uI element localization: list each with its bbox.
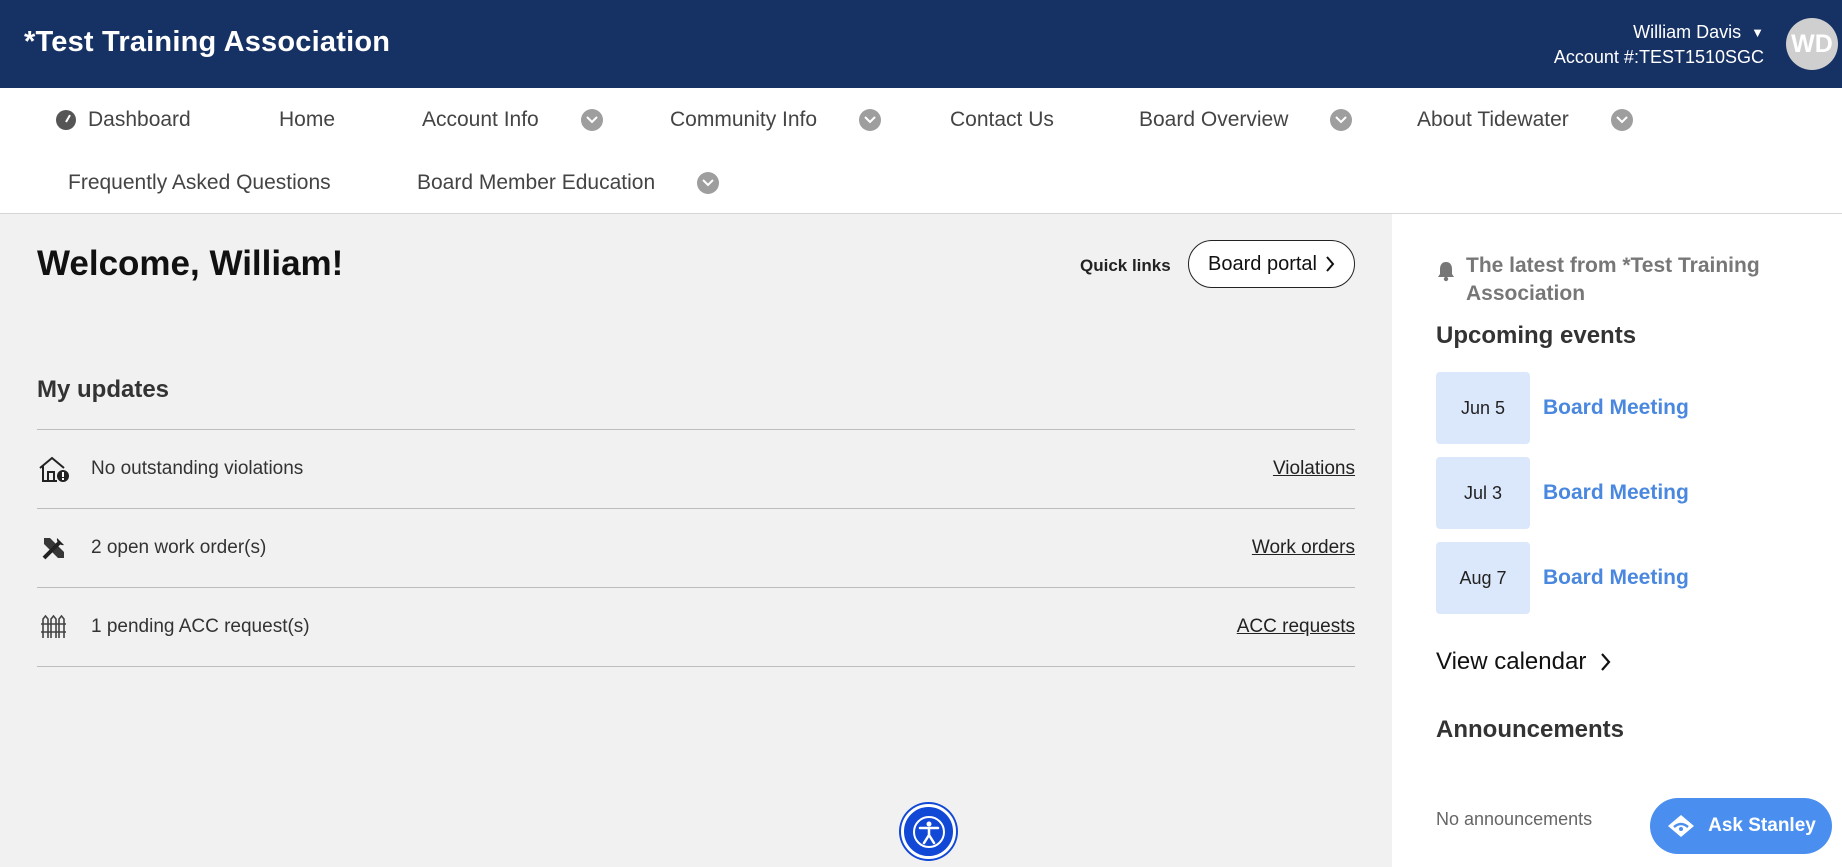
welcome-heading: Welcome, William! [37,244,344,283]
dashboard-icon [56,110,76,130]
view-calendar-label: View calendar [1436,648,1587,675]
no-announcements-text: No announcements [1436,809,1593,829]
main-nav: Dashboard Home Account Info Community In… [0,88,1842,214]
upcoming-events-heading: Upcoming events [1436,322,1637,349]
chevron-right-icon [1601,653,1611,671]
event-item[interactable]: Jul 3 Board Meeting [1436,457,1689,529]
announcements-heading: Announcements [1436,716,1625,743]
violations-status: No outstanding violations [91,458,304,479]
user-name[interactable]: William Davis [1633,20,1741,45]
house-alert-icon [37,453,71,485]
my-updates-heading: My updates [37,376,170,403]
work-orders-status: 2 open work order(s) [91,537,267,558]
event-date: Jun 5 [1436,372,1530,444]
chevron-down-icon[interactable] [580,109,603,131]
nav-account-info-label: Account Info [422,108,539,131]
event-item[interactable]: Aug 7 Board Meeting [1436,542,1689,614]
list-item: No outstanding violations Violations [37,430,1355,509]
sidebar: The latest from *Test Training Associati… [1392,214,1842,867]
ask-stanley-label: Ask Stanley [1708,815,1816,836]
violations-link[interactable]: Violations [1273,458,1355,480]
nav-faq[interactable]: Frequently Asked Questions [68,171,331,195]
nav-board-overview-label: Board Overview [1139,108,1289,131]
ask-stanley-button[interactable]: Ask Stanley [1650,798,1832,854]
latest-header: The latest from *Test Training Associati… [1436,252,1796,308]
nav-community-info[interactable]: Community Info [670,108,882,132]
chevron-down-icon[interactable] [697,172,720,194]
chevron-down-icon[interactable] [1610,109,1633,131]
nav-board-member-education-label: Board Member Education [417,171,656,194]
account-number: Account #:TEST1510SGC [1553,47,1764,67]
nav-account-info[interactable]: Account Info [422,108,603,132]
board-portal-label: Board portal [1208,252,1317,275]
event-date: Jul 3 [1436,457,1530,529]
acc-requests-link[interactable]: ACC requests [1237,616,1355,638]
list-item: 2 open work order(s) Work orders [37,509,1355,588]
bell-icon [1438,262,1454,282]
latest-title: The latest from *Test Training Associati… [1466,254,1760,305]
chevron-down-icon[interactable] [1330,109,1353,131]
nav-board-overview[interactable]: Board Overview [1139,108,1353,132]
nav-dashboard[interactable]: Dashboard [56,108,191,132]
accessibility-icon [912,815,945,848]
top-header: *Test Training Association William Davis… [0,0,1842,88]
main-content: Welcome, William! Quick links Board port… [0,214,1392,867]
brand-title[interactable]: *Test Training Association [24,26,390,59]
acc-requests-status: 1 pending ACC request(s) [91,616,310,637]
nav-dashboard-label: Dashboard [88,108,191,131]
updates-list: No outstanding violations Violations 2 o… [37,429,1355,667]
view-calendar-link[interactable]: View calendar [1436,648,1611,676]
nav-about-tidewater-label: About Tidewater [1417,108,1569,131]
chevron-right-icon [1326,256,1335,272]
avatar[interactable]: WD [1786,18,1838,70]
event-link[interactable]: Board Meeting [1543,481,1689,505]
nav-faq-label: Frequently Asked Questions [68,171,331,194]
nav-home[interactable]: Home [279,108,335,132]
fence-icon [37,611,71,643]
accessibility-button[interactable] [901,804,956,859]
nav-contact-us-label: Contact Us [950,108,1054,131]
board-portal-button[interactable]: Board portal [1188,240,1355,288]
nav-board-member-education[interactable]: Board Member Education [417,171,720,195]
work-orders-link[interactable]: Work orders [1252,537,1355,559]
tools-icon [37,532,71,564]
quick-links-label: Quick links [1080,256,1171,275]
event-item[interactable]: Jun 5 Board Meeting [1436,372,1689,444]
nav-contact-us[interactable]: Contact Us [950,108,1054,132]
nav-home-label: Home [279,108,336,131]
event-link[interactable]: Board Meeting [1543,396,1689,420]
nav-about-tidewater[interactable]: About Tidewater [1417,108,1633,132]
chevron-down-icon[interactable] [859,109,882,131]
list-item: 1 pending ACC request(s) ACC requests [37,588,1355,667]
event-link[interactable]: Board Meeting [1543,566,1689,590]
caret-down-icon[interactable]: ▼ [1751,20,1764,45]
chat-assistant-icon [1668,815,1695,837]
event-date: Aug 7 [1436,542,1530,614]
user-menu[interactable]: William Davis ▼ Account #:TEST1510SGC [1554,20,1764,70]
nav-community-info-label: Community Info [670,108,818,131]
